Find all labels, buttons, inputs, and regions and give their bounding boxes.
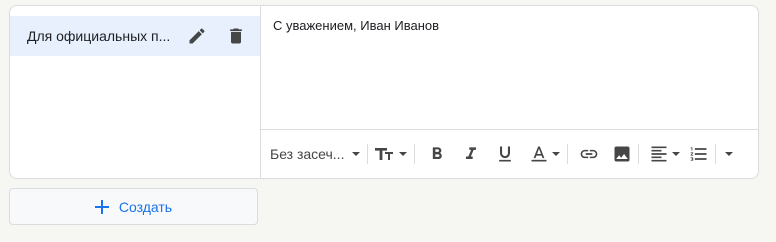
toolbar-divider [715, 144, 716, 164]
create-button-label: Создать [118, 198, 173, 215]
toolbar-divider [367, 144, 368, 164]
toolbar-divider [567, 144, 568, 164]
italic-button[interactable] [461, 139, 481, 169]
text-color-button[interactable] [529, 139, 561, 169]
chevron-down-icon [725, 152, 733, 156]
signature-list: Для официальных п... [10, 6, 261, 178]
font-family-select[interactable]: Без засеч... [270, 139, 361, 169]
signature-text[interactable]: С уважением, Иван Иванов [273, 18, 439, 33]
bold-icon [432, 147, 442, 159]
toolbar-divider [414, 144, 415, 164]
italic-icon [466, 147, 476, 159]
edit-signature-button[interactable] [185, 24, 209, 48]
create-signature-button[interactable]: Создать [9, 188, 258, 225]
chevron-down-icon [352, 152, 360, 156]
formatting-toolbar: Без засеч... [261, 129, 758, 178]
numbered-list-button[interactable] [689, 139, 709, 169]
insert-image-button[interactable] [612, 139, 632, 169]
signature-name: Для официальных п... [27, 28, 171, 44]
toolbar-divider [638, 144, 639, 164]
underline-icon [499, 146, 511, 162]
align-left-icon [651, 146, 667, 162]
underline-button[interactable] [495, 139, 515, 169]
pencil-icon [189, 28, 205, 44]
more-formatting-button[interactable] [724, 139, 734, 169]
signature-item[interactable]: Для официальных п... [10, 16, 260, 56]
plus-icon [94, 199, 109, 214]
trash-icon [230, 28, 242, 44]
image-icon [614, 146, 630, 162]
chevron-down-icon [552, 152, 560, 156]
numbered-list-icon [690, 147, 707, 161]
font-family-label: Без засеч... [270, 146, 345, 162]
signature-editor[interactable]: С уважением, Иван Иванов Без засеч... [261, 6, 758, 178]
link-icon [580, 149, 598, 159]
signature-card: Для официальных п... С уважением, Иван И… [9, 5, 759, 179]
chevron-down-icon [672, 152, 680, 156]
chevron-down-icon [399, 152, 407, 156]
font-size-button[interactable] [374, 139, 408, 169]
text-size-icon [375, 148, 393, 160]
delete-signature-button[interactable] [224, 24, 248, 48]
text-color-icon [531, 146, 547, 162]
insert-link-button[interactable] [578, 139, 600, 169]
bold-button[interactable] [427, 139, 447, 169]
align-button[interactable] [649, 139, 681, 169]
